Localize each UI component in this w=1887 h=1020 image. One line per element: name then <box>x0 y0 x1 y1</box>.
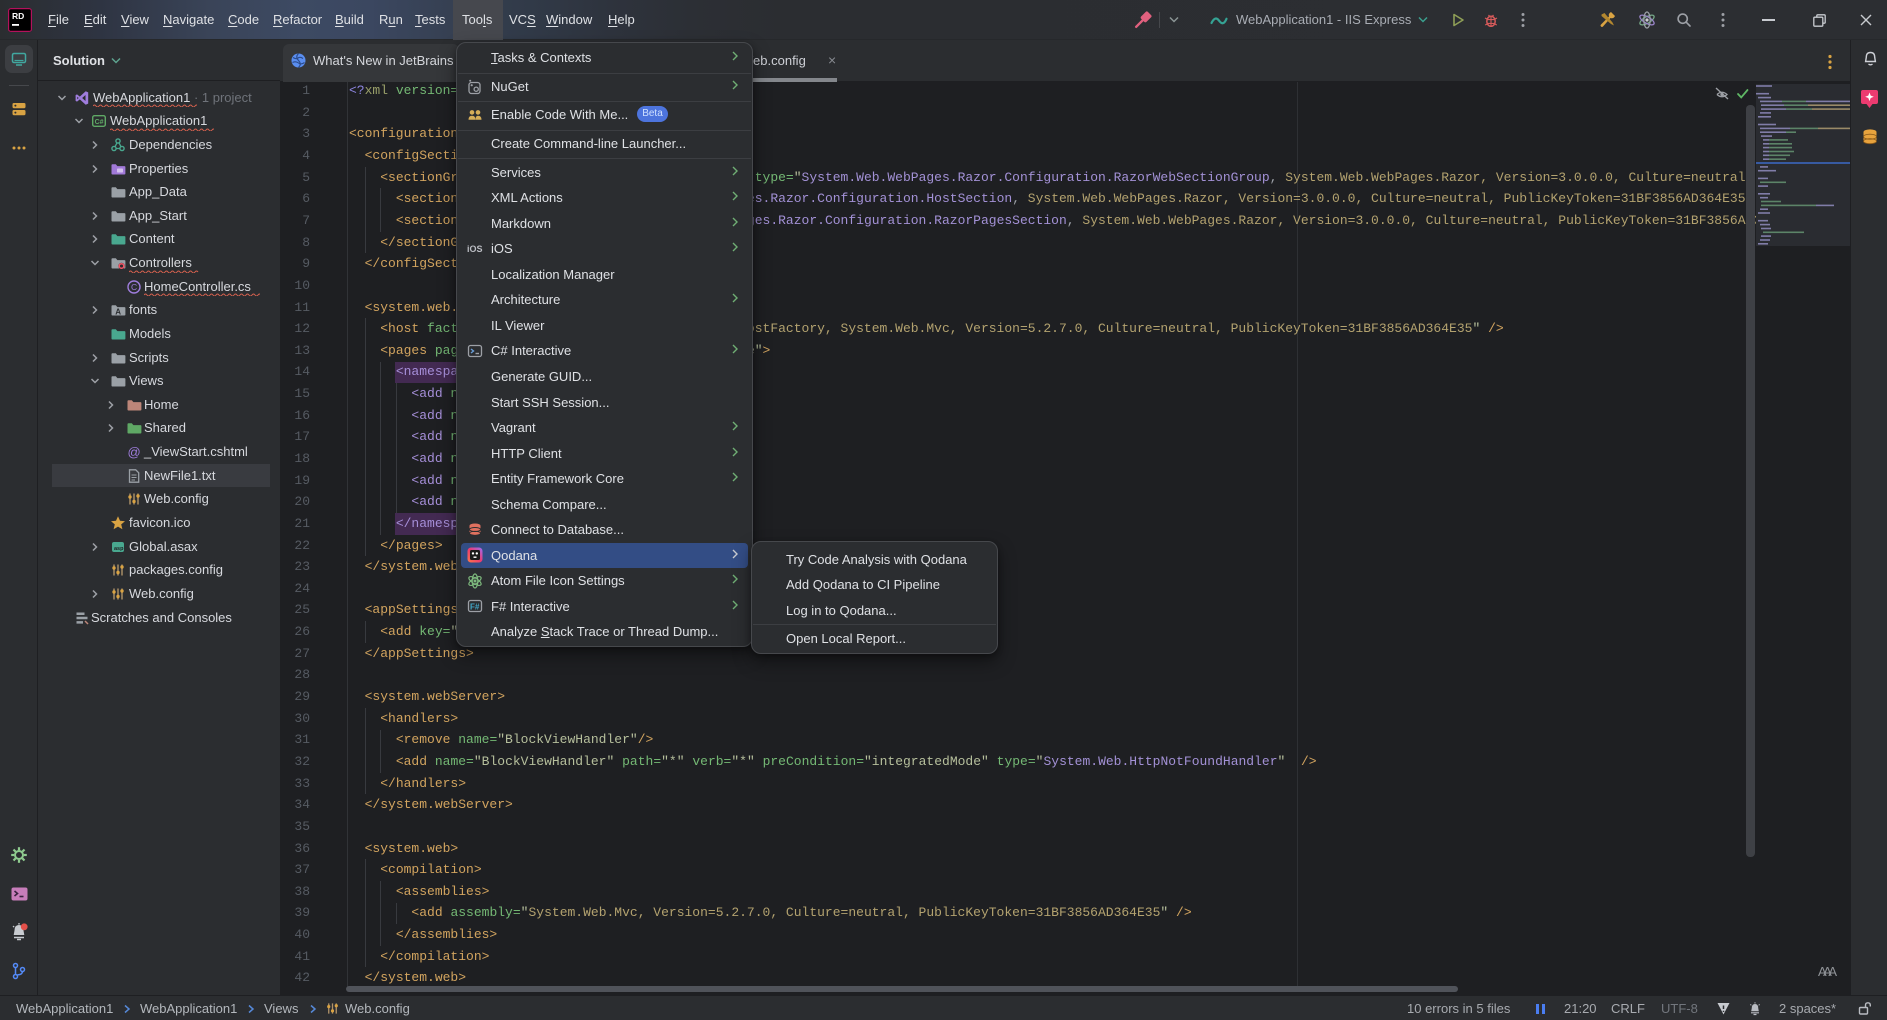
svg-text:RD: RD <box>12 11 24 21</box>
svg-text:asp: asp <box>114 545 124 551</box>
svg-text:F#: F# <box>470 603 480 612</box>
svg-text:iOS: iOS <box>467 244 483 254</box>
svg-text:A: A <box>115 308 121 317</box>
svg-text:C#: C# <box>95 119 104 126</box>
svg-text:C: C <box>131 282 137 292</box>
svg-text:@: @ <box>128 445 141 460</box>
